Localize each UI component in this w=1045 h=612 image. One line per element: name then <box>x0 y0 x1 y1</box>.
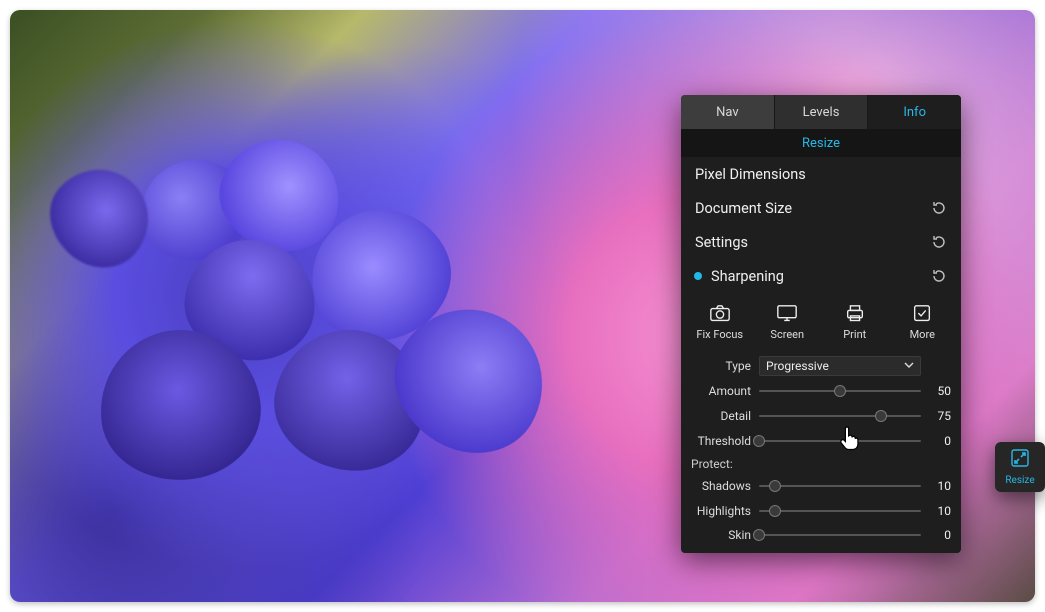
tab-levels[interactable]: Levels <box>775 95 869 129</box>
control-label: Skin <box>681 528 759 542</box>
control-label: Amount <box>681 384 759 398</box>
slider-thumb[interactable] <box>769 505 781 517</box>
threshold-slider[interactable] <box>759 434 921 448</box>
camera-icon <box>709 303 731 323</box>
decorative-petal <box>31 149 169 286</box>
highlights-slider[interactable] <box>759 504 921 518</box>
slider-thumb[interactable] <box>834 385 846 397</box>
control-label: Threshold <box>681 434 759 448</box>
row-pixel-dimensions[interactable]: Pixel Dimensions <box>681 157 961 191</box>
highlights-control: Highlights 10 <box>681 498 961 523</box>
skin-slider[interactable] <box>759 528 921 542</box>
control-label: Type <box>681 359 759 373</box>
slider-thumb[interactable] <box>875 410 887 422</box>
row-label: Document Size <box>695 200 931 217</box>
resize-icon <box>1010 448 1030 472</box>
preset-more-button[interactable]: More <box>890 297 956 347</box>
control-value: 50 <box>921 384 951 398</box>
detail-control: Detail 75 <box>681 403 961 428</box>
slider-track <box>759 485 921 487</box>
slider-thumb[interactable] <box>753 435 765 447</box>
row-label: Pixel Dimensions <box>695 166 947 183</box>
preset-label: Fix Focus <box>696 328 743 341</box>
row-sharpening[interactable]: Sharpening <box>681 259 961 293</box>
section-title-text: Resize <box>802 136 840 151</box>
control-value: 0 <box>921 528 951 542</box>
tile-label: Resize <box>1005 475 1034 486</box>
amount-slider[interactable] <box>759 384 921 398</box>
skin-control: Skin 0 <box>681 523 961 553</box>
row-settings[interactable]: Settings <box>681 225 961 259</box>
control-value: 75 <box>921 409 951 423</box>
tab-info[interactable]: Info <box>868 95 961 129</box>
type-control: Type Progressive <box>681 353 961 378</box>
preset-fix-focus-button[interactable]: Fix Focus <box>687 297 753 347</box>
preset-screen-button[interactable]: Screen <box>755 297 821 347</box>
row-document-size[interactable]: Document Size <box>681 191 961 225</box>
preset-label: Print <box>843 328 866 341</box>
revert-icon[interactable] <box>931 200 947 216</box>
monitor-icon <box>776 303 798 323</box>
control-label: Shadows <box>681 479 759 493</box>
slider-track <box>759 440 921 442</box>
type-select[interactable]: Progressive <box>759 356 921 376</box>
shadows-control: Shadows 10 <box>681 473 961 498</box>
detail-slider[interactable] <box>759 409 921 423</box>
preset-print-button[interactable]: Print <box>822 297 888 347</box>
select-value: Progressive <box>766 359 829 373</box>
preset-label: More <box>910 328 935 341</box>
row-label: Settings <box>695 234 931 251</box>
amount-control: Amount 50 <box>681 378 961 403</box>
control-label: Highlights <box>681 504 759 518</box>
tab-label: Info <box>903 105 926 120</box>
control-label: Detail <box>681 409 759 423</box>
revert-icon[interactable] <box>931 268 947 284</box>
slider-thumb[interactable] <box>769 480 781 492</box>
active-indicator-dot <box>694 272 702 280</box>
panel-tabs: Nav Levels Info <box>681 95 961 129</box>
control-value: 10 <box>921 479 951 493</box>
resize-tool-tile[interactable]: Resize <box>995 442 1045 492</box>
row-label: Sharpening <box>711 268 931 285</box>
properties-panel: Nav Levels Info Resize Pixel Dimensions … <box>681 95 961 553</box>
threshold-control: Threshold 0 <box>681 428 961 453</box>
protect-heading: Protect: <box>681 453 961 473</box>
tab-nav[interactable]: Nav <box>681 95 775 129</box>
shadows-slider[interactable] <box>759 479 921 493</box>
chevron-down-icon <box>904 359 914 373</box>
tab-label: Levels <box>803 105 840 120</box>
section-resize-header[interactable]: Resize <box>681 129 961 157</box>
slider-thumb[interactable] <box>753 529 765 541</box>
slider-track <box>759 415 921 417</box>
tab-label: Nav <box>716 105 739 120</box>
control-value: 10 <box>921 504 951 518</box>
printer-icon <box>844 303 866 323</box>
checkbox-icon <box>911 303 933 323</box>
revert-icon[interactable] <box>931 234 947 250</box>
preset-label: Screen <box>770 328 804 341</box>
slider-track <box>759 510 921 512</box>
control-value: 0 <box>921 434 951 448</box>
slider-track <box>759 534 921 536</box>
sharpening-presets: Fix Focus Screen Print More <box>681 293 961 353</box>
